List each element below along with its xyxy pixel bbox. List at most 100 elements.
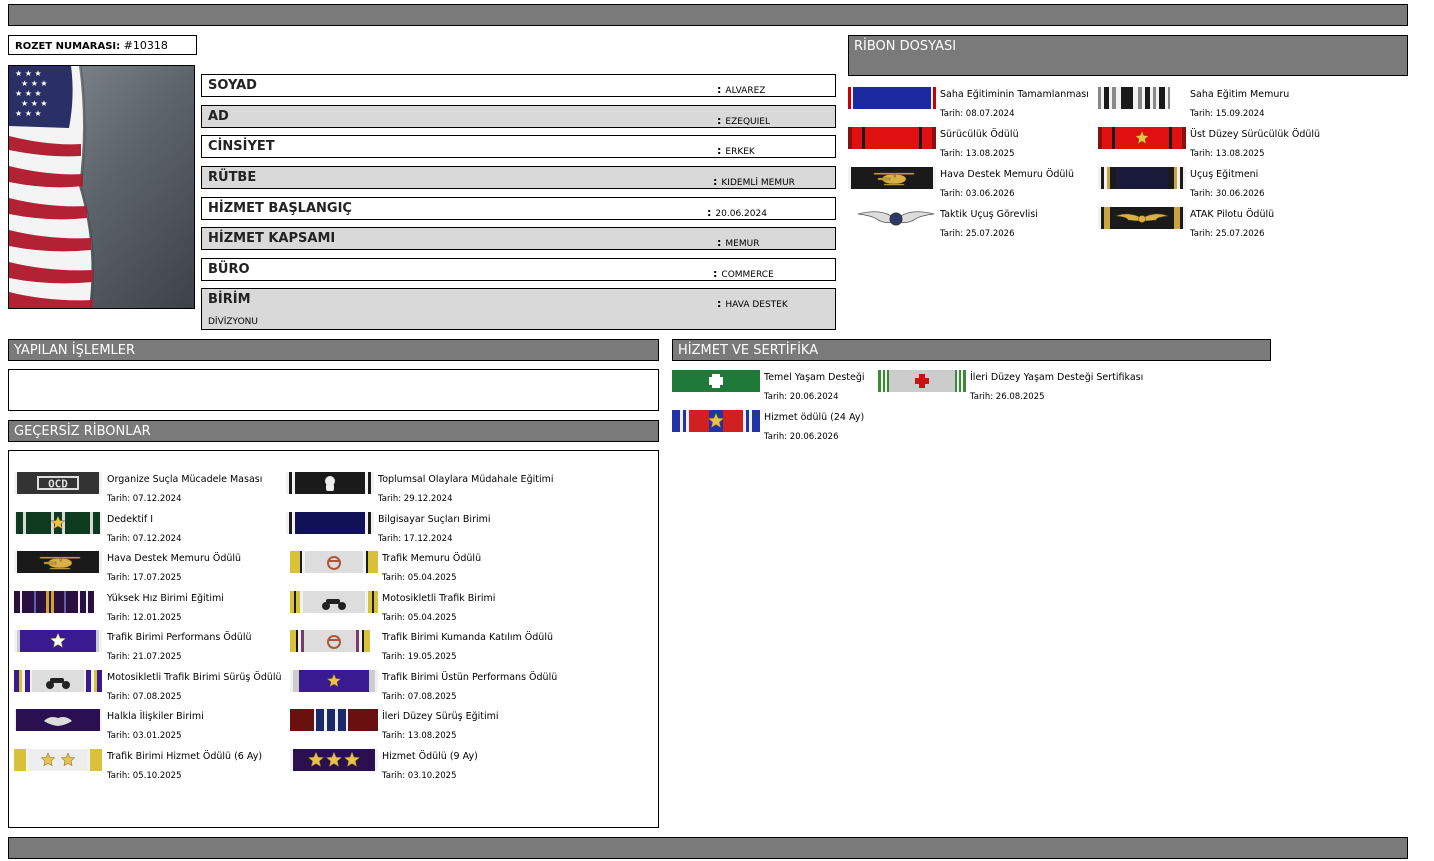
svg-text:★ ★ ★: ★ ★ ★	[15, 109, 42, 118]
ribbon-cyber-icon	[286, 511, 374, 534]
colon: :	[717, 297, 722, 310]
ribbon-entry[interactable]: Yüksek Hız Birimi Eğitimi Tarih: 12.01.20…	[14, 590, 294, 628]
ribbon-name: Yüksek Hız Birimi Eğitimi	[107, 592, 224, 604]
badge-label: ROZET NUMARASI:	[15, 41, 121, 52]
ribbon-field-training-icon	[848, 87, 936, 109]
ribbon-date: Tarih: 26.08.2025	[970, 392, 1045, 402]
ribbon-entry[interactable]: Üst Düzey Sürücülük Ödülü Tarih: 13.08.20…	[1098, 126, 1378, 164]
ribbon-name: Dedektif I	[107, 513, 154, 525]
ribbon-name: Trafik Birimi Kumanda Katılım Ödülü	[382, 632, 553, 643]
ribbon-entry[interactable]: ATAK Pilotu Ödülü Tarih: 25.07.2026	[1098, 206, 1378, 244]
ribbon-flight-instructor-icon	[1098, 167, 1186, 189]
field-value-wrap: : MEMUR	[717, 236, 759, 249]
ribbon-entry[interactable]: Saha Eğitiminin Tamamlanması Tarih: 08.07…	[848, 86, 1128, 124]
ribbon-date: Tarih: 29.12.2024	[378, 494, 453, 504]
top-bar	[8, 4, 1408, 26]
ribbon-entry[interactable]: Hava Destek Memuru Ödülü Tarih: 03.06.202…	[848, 166, 1128, 204]
ribbon-entry[interactable]: Motosikletli Trafik Birimi Tarih: 05.04.2…	[290, 590, 570, 628]
field-4: HİZMET BAŞLANGIÇ :20.06.2024	[201, 197, 836, 220]
ribbon-entry[interactable]: Toplumsal Olaylara Müdahale Eğitimi Tarih…	[286, 471, 566, 509]
ribbon-entry[interactable]: İleri Düzey Yaşam Desteği Sertifikası Tar…	[878, 369, 1158, 407]
ribbon-entry[interactable]: Trafik Birimi Kumanda Katılım Ödülü Tarih…	[290, 629, 570, 667]
ribbon-als-icon	[878, 370, 966, 392]
ribbon-entry[interactable]: Hizmet Ödülü (9 Ay) Tarih: 03.10.2025	[290, 748, 570, 786]
ribbon-entry[interactable]: Hizmet ödülü (24 Ay) Tarih: 20.06.2026	[672, 409, 952, 447]
ribbon-date: Tarih: 07.12.2024	[107, 494, 182, 504]
ribbon-entry[interactable]: İleri Düzey Sürüş Eğitimi Tarih: 13.08.20…	[290, 708, 570, 746]
ribbon-name: İleri Düzey Yaşam Desteği Sertifikası	[970, 372, 1144, 383]
ribbon-name: Motosikletli Trafik Birimi	[382, 592, 496, 604]
ribbon-entry[interactable]: Motosikletli Trafik Birimi Sürüş Ödülü Ta…	[14, 669, 294, 707]
ribbon-three-stars-icon	[290, 748, 378, 771]
ribbon-high-speed-icon	[14, 590, 94, 613]
ribbon-entry[interactable]: Trafik Memuru Ödülü Tarih: 05.04.2025	[290, 550, 570, 588]
ribbon-date: Tarih: 30.06.2026	[1190, 189, 1265, 199]
svg-text:★ ★ ★: ★ ★ ★	[21, 79, 48, 88]
ribbon-date: Tarih: 17.07.2025	[107, 573, 182, 583]
ribbon-entry[interactable]: Sürücülük Ödülü Tarih: 13.08.2025	[848, 126, 1128, 164]
ribbon-name: Motosikletli Trafik Birimi Sürüş Ödülü	[107, 671, 282, 683]
field-7: BİRİM: HAVA DESTEK DİVİZYONU	[201, 288, 836, 330]
field-3: RÜTBE: KIDEMLİ MEMUR	[201, 166, 836, 189]
ribbon-date: Tarih: 05.04.2025	[382, 612, 457, 623]
service-cert-title: HİZMET VE SERTİFİKA	[672, 339, 1271, 361]
actions-box	[8, 369, 659, 411]
ribbon-two-stars-icon	[14, 748, 102, 771]
ribbon-name: Bilgisayar Suçları Birimi	[378, 513, 491, 525]
ribbon-name: Hava Destek Memuru Ödülü	[940, 169, 1075, 180]
ribbon-date: Tarih: 17.12.2024	[378, 533, 453, 544]
field-value: EZEQUIEL	[725, 117, 770, 127]
colon: :	[717, 83, 722, 96]
colon: :	[713, 267, 718, 280]
ribbon-name: Hizmet ödülü (24 Ay)	[764, 412, 865, 423]
ribbon-fto-icon	[1098, 87, 1170, 109]
ribbon-date: Tarih: 07.08.2025	[107, 691, 182, 702]
field-label: AD	[208, 109, 229, 124]
field-value-wrap: : EZEQUIEL	[717, 114, 770, 127]
ribbon-entry[interactable]: Bilgisayar Suçları Birimi Tarih: 17.12.20…	[286, 511, 566, 549]
field-label: CİNSİYET	[208, 139, 275, 154]
ribbon-entry[interactable]: OCD Organize Suçla Mücadele Masası Tarih: …	[14, 471, 294, 509]
ribbon-entry[interactable]: Taktik Uçuş Görevlisi Tarih: 25.07.2026	[848, 206, 1128, 244]
ribbon-entry[interactable]: Trafik Birimi Performans Ödülü Tarih: 21.…	[14, 629, 294, 667]
field-label: RÜTBE	[208, 170, 257, 185]
ribbon-helicopter-icon	[848, 167, 936, 189]
field-value-wrap: :20.06.2024	[707, 206, 767, 219]
field-6: BÜRO: COMMERCE	[201, 258, 836, 281]
colon: :	[717, 144, 722, 157]
ribbon-entry[interactable]: Uçuş Eğitmeni Tarih: 30.06.2026	[1098, 166, 1378, 204]
ribbon-detective-icon	[14, 511, 102, 534]
field-value: KIDEMLİ MEMUR	[721, 178, 795, 188]
ribbon-pilot-wings-icon	[1098, 207, 1186, 229]
ribbon-date: Tarih: 19.05.2025	[382, 652, 457, 662]
ribbon-entry[interactable]: Saha Eğitim Memuru Tarih: 15.09.2024	[1098, 86, 1378, 124]
ribbon-motorcycle-icon	[290, 590, 378, 613]
ribbon-name: Organize Suçla Mücadele Masası	[107, 474, 263, 485]
ribbon-name: Toplumsal Olaylara Müdahale Eğitimi	[378, 474, 554, 485]
ribbon-date: Tarih: 21.07.2025	[107, 652, 182, 662]
colon: :	[717, 114, 722, 127]
ribbon-handshake-icon	[14, 709, 102, 731]
field-value: HAVA DESTEK	[725, 300, 788, 310]
ribbon-entry[interactable]: Hava Destek Memuru Ödülü Tarih: 17.07.202…	[14, 550, 294, 588]
ribbon-traffic-icon	[290, 551, 378, 573]
ribbon-name: Trafik Birimi Hizmet Ödülü (6 Ay)	[107, 750, 263, 762]
field-label: SOYAD	[208, 78, 257, 93]
ribbon-entry[interactable]: Halkla İlişkiler Birimi Tarih: 03.01.2025	[14, 708, 294, 746]
actions-title: YAPILAN İŞLEMLER	[8, 339, 659, 361]
field-value: COMMERCE	[721, 270, 774, 280]
ribbon-date: Tarih: 25.07.2026	[940, 229, 1015, 239]
ribbon-date: Tarih: 05.10.2025	[107, 770, 182, 781]
field-value: 20.06.2024	[715, 209, 767, 219]
field-value-wrap: : COMMERCE	[713, 267, 774, 280]
field-label: HİZMET BAŞLANGIÇ	[208, 201, 352, 216]
officer-photo: ★ ★ ★ ★ ★ ★ ★ ★ ★ ★ ★ ★ ★ ★ ★	[8, 65, 195, 309]
ribbon-entry[interactable]: Dedektif I Tarih: 07.12.2024	[14, 511, 294, 549]
field-0: SOYAD: ALVAREZ	[201, 74, 836, 97]
ribbon-entry[interactable]: Trafik Birimi Üstün Performans Ödülü Tari…	[290, 669, 570, 707]
ribbon-name: Hava Destek Memuru Ödülü	[107, 553, 242, 564]
ribbon-purple-star-2-icon	[290, 669, 378, 692]
field-value-wrap: : HAVA DESTEK	[717, 297, 788, 310]
svg-text:★ ★ ★: ★ ★ ★	[15, 69, 42, 78]
ribbon-entry[interactable]: Trafik Birimi Hizmet Ödülü (6 Ay) Tarih: …	[14, 748, 294, 786]
